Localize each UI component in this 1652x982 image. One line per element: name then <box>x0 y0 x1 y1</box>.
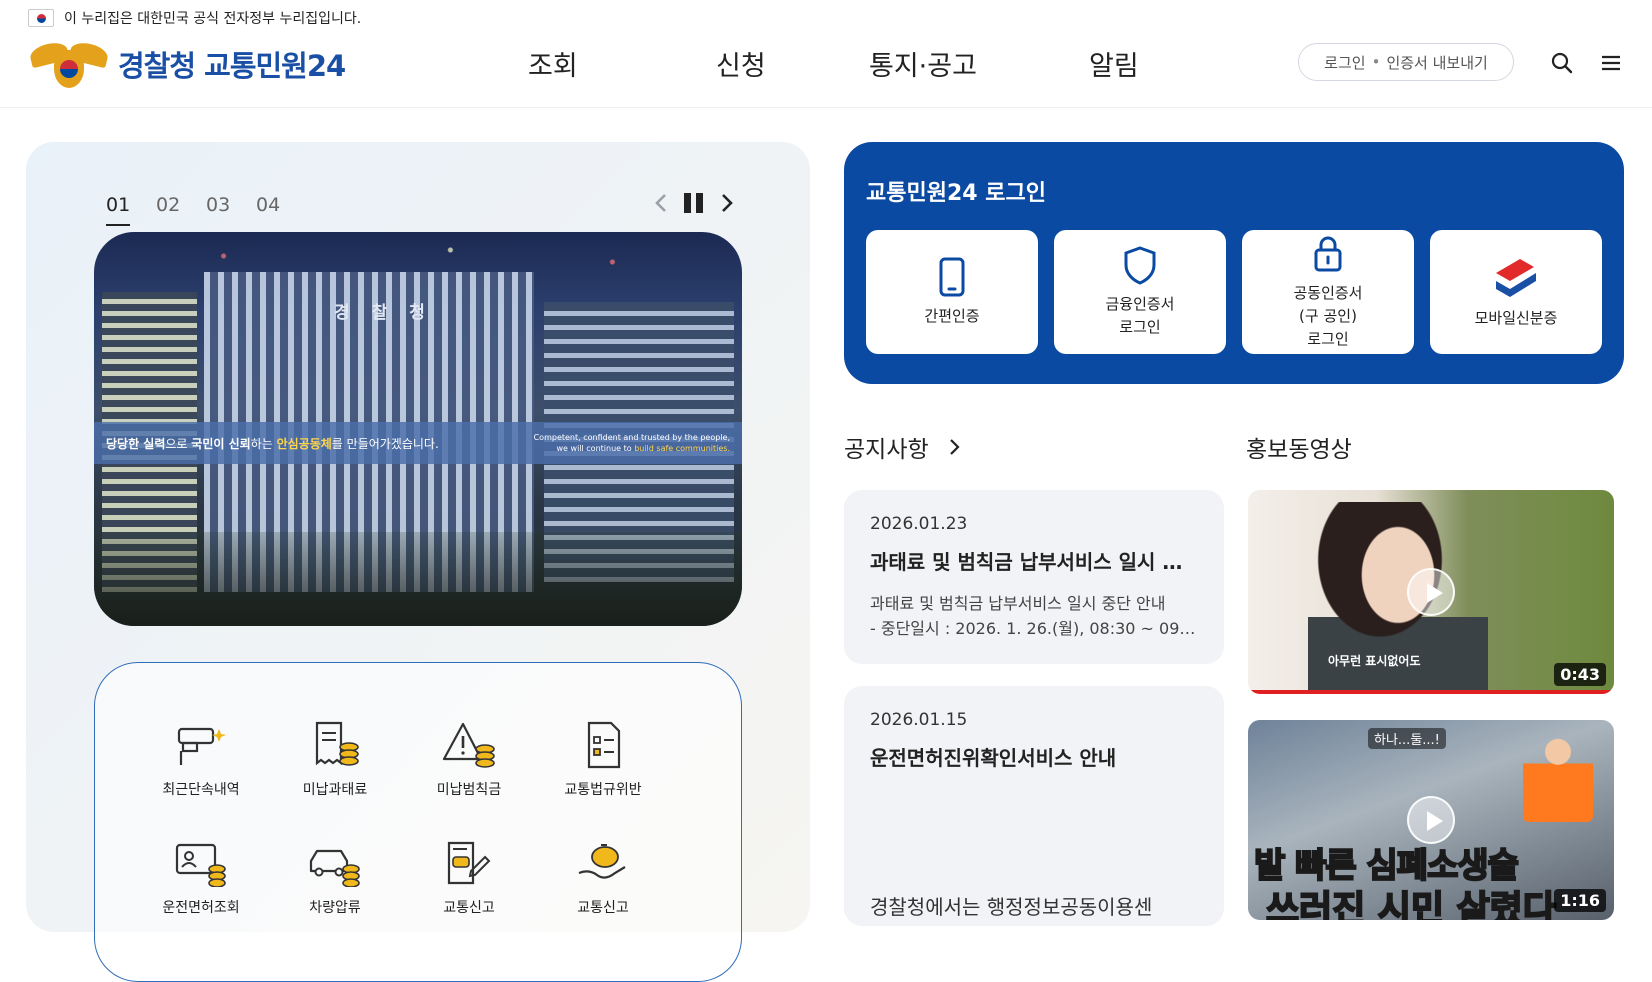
search-icon[interactable] <box>1551 52 1573 74</box>
banner-slogan-en: Competent, confident and trusted by the … <box>533 433 730 453</box>
logo-text: 경찰청 교통민원24 <box>118 49 346 83</box>
nav-item-apply[interactable]: 신청 <box>716 44 766 83</box>
quick-item-recent-enforcement[interactable]: 최근단속내역 <box>131 721 271 799</box>
site-logo[interactable]: 경찰청 교통민원24 <box>28 38 346 90</box>
notice-date: 2026.01.23 <box>870 514 968 534</box>
korea-flag-icon <box>28 9 54 27</box>
gov-banner-text: 이 누리집은 대한민국 공식 전자정부 누리집입니다. <box>64 11 362 27</box>
login-card-joint-cert[interactable]: 공동인증서 (구 공인) 로그인 <box>1242 230 1414 354</box>
quick-item-traffic-report[interactable]: 교통신고 <box>399 839 539 917</box>
separator-dot: • <box>1371 53 1381 71</box>
camera-icon <box>177 727 226 765</box>
nav-item-notice[interactable]: 통지·공고 <box>869 44 977 83</box>
login-link[interactable]: 로그인 <box>1324 52 1365 73</box>
piggy-hand-icon <box>578 844 626 879</box>
quick-item-traffic-violation[interactable]: 교통법규위반 <box>533 721 673 799</box>
login-pill: 로그인 • 인증서 내보내기 <box>1298 43 1514 81</box>
carousel-controls <box>654 192 734 214</box>
video-duration: 1:16 <box>1554 889 1606 912</box>
carousel-banner[interactable]: 경찰청 당당한 실력으로 국민이 신뢰하는 안심공동체를 만들어가겠습니다. C… <box>94 232 742 626</box>
video-heading: 홍보동영상 <box>1246 437 1352 463</box>
license-card-icon <box>175 843 226 887</box>
lock-icon <box>1314 236 1342 271</box>
video-caption: 하나...둘...! <box>1368 728 1446 749</box>
banner-crest-text: 경찰청 <box>334 303 447 323</box>
notice-heading[interactable]: 공지사항 <box>844 430 961 464</box>
quick-item-license-inquiry[interactable]: 운전면허조회 <box>131 839 271 917</box>
carousel-tabs: 01 02 03 04 <box>106 194 306 226</box>
video-title-line-2: 쓰러진 시민 살렸다 <box>1265 888 1557 920</box>
nav-item-inquiry[interactable]: 조회 <box>528 44 578 83</box>
notice-title: 과태료 및 범칙금 납부서비스 일시 중단 안내 <box>870 550 1198 574</box>
quick-item-unpaid-fine[interactable]: 미납과태료 <box>265 721 405 799</box>
video-progress-bar <box>1248 690 1614 694</box>
main-visual-panel: 01 02 03 04 경찰청 당당한 실력으로 국민이 신뢰하는 안심공동체를… <box>26 142 810 982</box>
quick-item-vehicle-seizure[interactable]: 차량압류 <box>265 839 405 917</box>
checklist-icon <box>587 721 621 769</box>
pause-icon[interactable] <box>682 192 706 214</box>
nav-item-news[interactable]: 알림 <box>1089 44 1139 83</box>
login-card-financial-cert[interactable]: 금융인증서 로그인 <box>1054 230 1226 354</box>
shield-icon <box>1124 246 1156 285</box>
video-thumbnail-1[interactable]: 아무런 표시없어도 0:43 <box>1248 490 1614 694</box>
receipt-coins-icon <box>315 721 359 766</box>
report-edit-icon <box>447 841 491 885</box>
cert-export-link[interactable]: 인증서 내보내기 <box>1386 52 1487 73</box>
banner-slogan-ko: 당당한 실력으로 국민이 신뢰하는 안심공동체를 만들어가겠습니다. <box>106 436 439 451</box>
login-card-simple-auth[interactable]: 간편인증 <box>866 230 1038 354</box>
carousel-tab-4[interactable]: 04 <box>256 194 306 224</box>
carousel-tab-1[interactable]: 01 <box>106 194 156 226</box>
notice-title: 운전면허진위확인서비스 안내 <box>870 746 1117 770</box>
banner-slogan-strip: 당당한 실력으로 국민이 신뢰하는 안심공동체를 만들어가겠습니다. Compe… <box>94 422 742 464</box>
header: 경찰청 교통민원24 조회 신청 통지·공고 알림 로그인 • 인증서 내보내기 <box>0 36 1652 108</box>
login-box: 교통민원24 로그인 간편인증 금융인증서 로그인 공동인증서 (구 공인) 로… <box>844 142 1624 384</box>
login-box-title: 교통민원24 로그인 <box>866 181 1046 206</box>
police-emblem-icon <box>28 38 110 90</box>
warning-coins-icon <box>442 722 495 768</box>
phone-icon <box>939 257 965 296</box>
notice-card-2[interactable]: 2026.01.15 운전면허진위확인서비스 안내 경찰청에서는 행정정보공동이… <box>844 686 1224 926</box>
chevron-right-icon <box>949 439 960 455</box>
video-duration: 0:43 <box>1554 663 1606 686</box>
hamburger-menu-icon[interactable] <box>1600 52 1622 74</box>
video-caption: 아무런 표시없어도 <box>1328 654 1421 668</box>
quick-item-unpaid-penalty[interactable]: 미납범칙금 <box>399 721 539 799</box>
chevron-left-icon[interactable] <box>654 192 668 214</box>
video-thumbnail-2[interactable]: 하나...둘...! 발 빠른 심폐소생술 쓰러진 시민 살렸다 1:16 <box>1248 720 1614 920</box>
quick-menu: 최근단속내역 미납과태료 미납범칙금 교통법규위반 운전면허조회 차량압류 교통… <box>94 662 742 982</box>
gov-banner: 이 누리집은 대한민국 공식 전자정부 누리집입니다. <box>0 0 1652 36</box>
quick-item-traffic-report-2[interactable]: 교통신고 <box>533 839 673 917</box>
notice-date: 2026.01.15 <box>870 710 968 730</box>
chevron-right-icon[interactable] <box>720 192 734 214</box>
carousel-tab-3[interactable]: 03 <box>206 194 256 224</box>
notice-summary: 경찰청에서는 행정정보공동이용센 <box>870 895 1153 919</box>
carousel-tab-2[interactable]: 02 <box>156 194 206 224</box>
notice-summary: 과태료 및 범칙금 납부서비스 일시 중단 안내 - 중단일시 : 2026. … <box>870 594 1198 638</box>
play-icon[interactable] <box>1407 568 1455 616</box>
notice-card-1[interactable]: 2026.01.23 과태료 및 범칙금 납부서비스 일시 중단 안내 과태료 … <box>844 490 1224 664</box>
car-coins-icon <box>309 849 360 887</box>
login-card-mobile-id[interactable]: 모바일신분증 <box>1430 230 1602 354</box>
play-icon[interactable] <box>1407 796 1455 844</box>
mobile-id-icon <box>1496 258 1536 297</box>
